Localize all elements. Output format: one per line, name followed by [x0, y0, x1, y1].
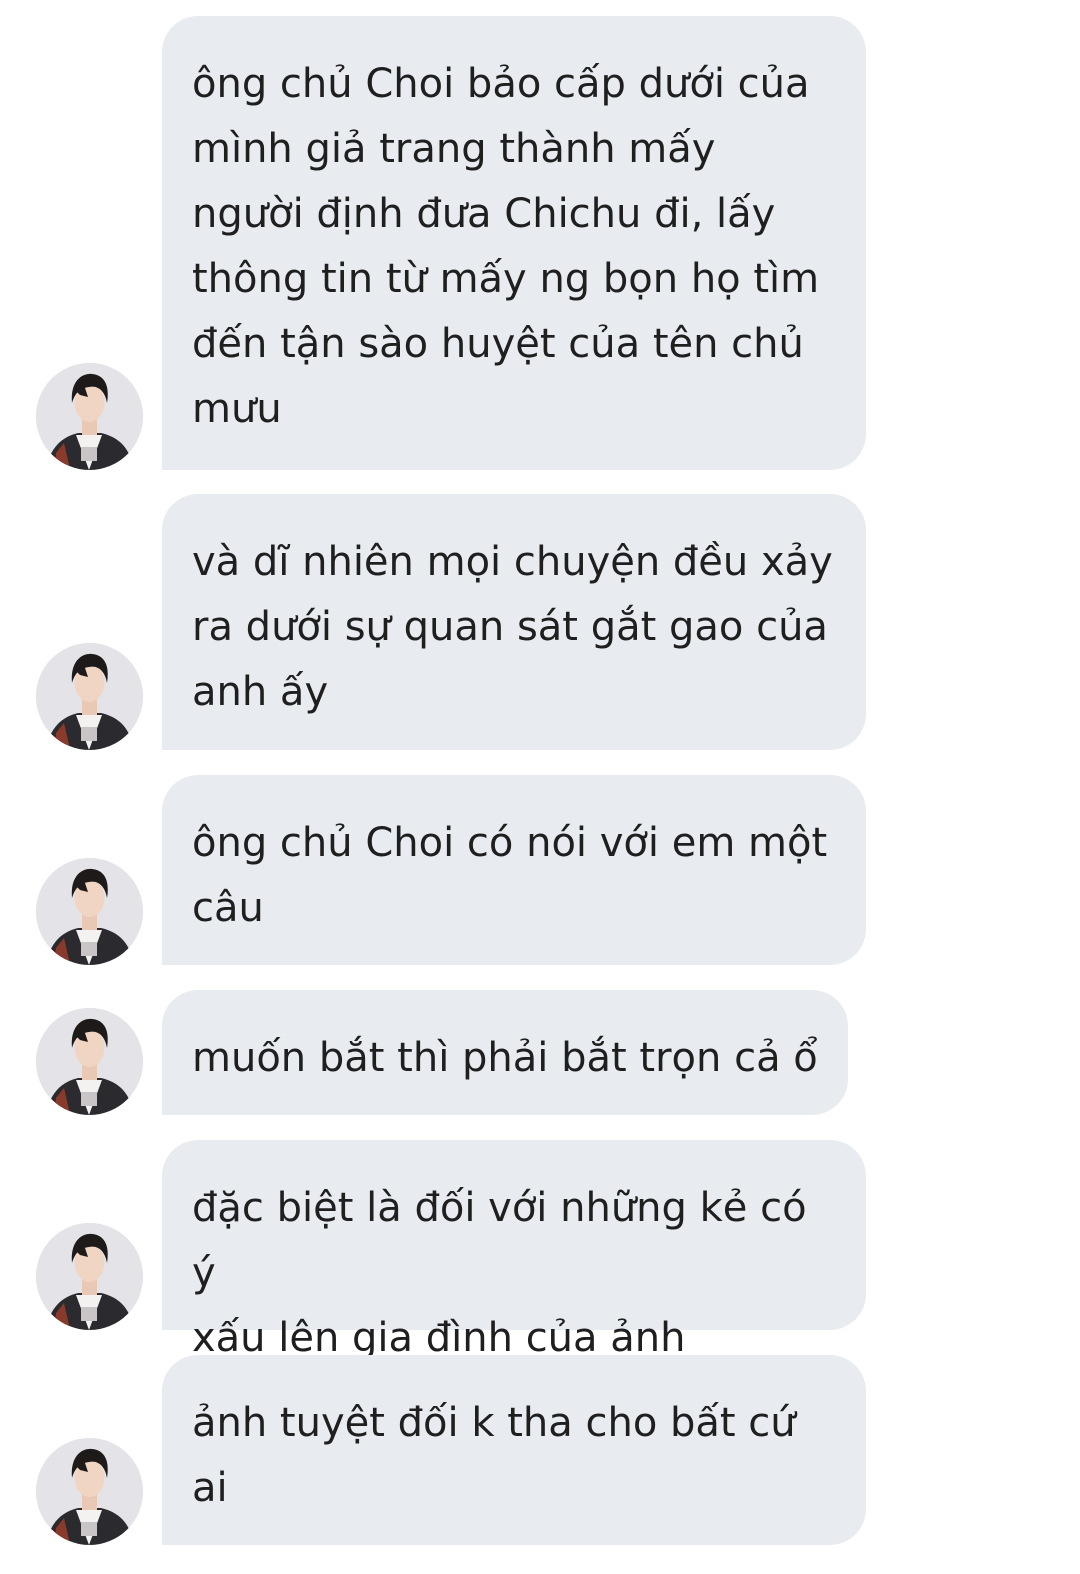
sender-avatar[interactable] — [36, 858, 143, 965]
profile-photo-icon — [36, 1223, 143, 1330]
message-bubble[interactable]: và dĩ nhiên mọi chuyện đều xảy ra dưới s… — [162, 494, 866, 750]
profile-photo-icon — [36, 1438, 143, 1545]
sender-avatar[interactable] — [36, 643, 143, 750]
message-bubble[interactable]: ông chủ Choi có nói với em một câu — [162, 775, 866, 965]
sender-avatar[interactable] — [36, 363, 143, 470]
message-bubble[interactable]: ông chủ Choi bảo cấp dưới của mình giả t… — [162, 16, 866, 470]
sender-avatar[interactable] — [36, 1438, 143, 1545]
profile-photo-icon — [36, 643, 143, 750]
message-bubble[interactable]: ảnh tuyệt đối k tha cho bất cứ ai — [162, 1355, 866, 1545]
message-bubble[interactable]: muốn bắt thì phải bắt trọn cả ổ — [162, 990, 848, 1115]
profile-photo-icon — [36, 363, 143, 470]
profile-photo-icon — [36, 1008, 143, 1115]
profile-photo-icon — [36, 858, 143, 965]
sender-avatar[interactable] — [36, 1008, 143, 1115]
sender-avatar[interactable] — [36, 1223, 143, 1330]
message-bubble[interactable]: đặc biệt là đối với những kẻ có ý xấu lê… — [162, 1140, 866, 1361]
